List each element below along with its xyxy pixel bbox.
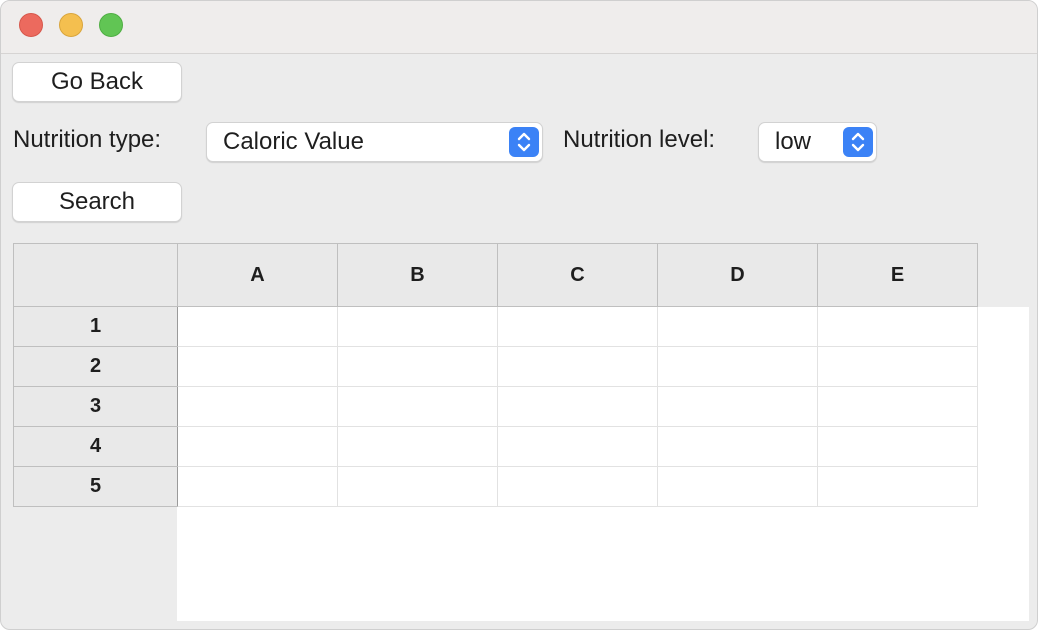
column-header-a[interactable]: A <box>177 243 338 307</box>
table-cell[interactable] <box>657 346 818 387</box>
table-cell[interactable] <box>497 426 658 467</box>
table-cell[interactable] <box>657 466 818 507</box>
column-header-b[interactable]: B <box>337 243 498 307</box>
row-header-5[interactable]: 5 <box>13 466 178 507</box>
zoom-window-button[interactable] <box>99 13 123 37</box>
column-header-d[interactable]: D <box>657 243 818 307</box>
column-header-c[interactable]: C <box>497 243 658 307</box>
row-header-2[interactable]: 2 <box>13 346 178 387</box>
table-row: 1 <box>13 306 978 347</box>
table-row: 2 <box>13 346 978 387</box>
table-cell[interactable] <box>177 386 338 427</box>
table-cell[interactable] <box>497 466 658 507</box>
table-corner-cell[interactable] <box>13 243 178 307</box>
row-header-1[interactable]: 1 <box>13 306 178 347</box>
table-cell[interactable] <box>337 346 498 387</box>
column-header-e[interactable]: E <box>817 243 978 307</box>
row-header-3[interactable]: 3 <box>13 386 178 427</box>
table-cell[interactable] <box>177 346 338 387</box>
table-cell[interactable] <box>657 306 818 347</box>
nutrition-level-label: Nutrition level: <box>563 126 716 153</box>
title-bar <box>1 1 1037 54</box>
table-cell[interactable] <box>817 426 978 467</box>
table-cell[interactable] <box>817 466 978 507</box>
table-header-row: A B C D E <box>13 243 978 307</box>
nutrition-type-label: Nutrition type: <box>13 126 162 153</box>
select-arrows-icon <box>843 127 873 157</box>
nutrition-type-select[interactable]: Caloric Value <box>206 122 543 162</box>
table-cell[interactable] <box>497 386 658 427</box>
nutrition-level-select[interactable]: low <box>758 122 877 162</box>
go-back-button[interactable]: Go Back <box>12 62 182 102</box>
table-cell[interactable] <box>177 426 338 467</box>
table-cell[interactable] <box>337 426 498 467</box>
nutrition-level-value: low <box>775 128 812 155</box>
table-cell[interactable] <box>817 386 978 427</box>
app-window: Go Back Nutrition type: Caloric Value Nu… <box>0 0 1038 630</box>
table-cell[interactable] <box>177 466 338 507</box>
table-row: 5 <box>13 466 978 507</box>
select-arrows-icon <box>509 127 539 157</box>
table-cell[interactable] <box>817 306 978 347</box>
table-row: 3 <box>13 386 978 427</box>
table-row: 4 <box>13 426 978 467</box>
table-cell[interactable] <box>657 426 818 467</box>
nutrition-type-value: Caloric Value <box>223 128 364 155</box>
table-cell[interactable] <box>177 306 338 347</box>
minimize-window-button[interactable] <box>59 13 83 37</box>
table-cell[interactable] <box>657 386 818 427</box>
table-cell[interactable] <box>497 346 658 387</box>
table-cell[interactable] <box>497 306 658 347</box>
row-header-4[interactable]: 4 <box>13 426 178 467</box>
table-cell[interactable] <box>817 346 978 387</box>
table-cell[interactable] <box>337 386 498 427</box>
close-window-button[interactable] <box>19 13 43 37</box>
table-cell[interactable] <box>337 466 498 507</box>
search-button[interactable]: Search <box>12 182 182 222</box>
table-cell[interactable] <box>337 306 498 347</box>
results-table[interactable]: A B C D E 1 2 3 4 5 <box>13 243 978 507</box>
